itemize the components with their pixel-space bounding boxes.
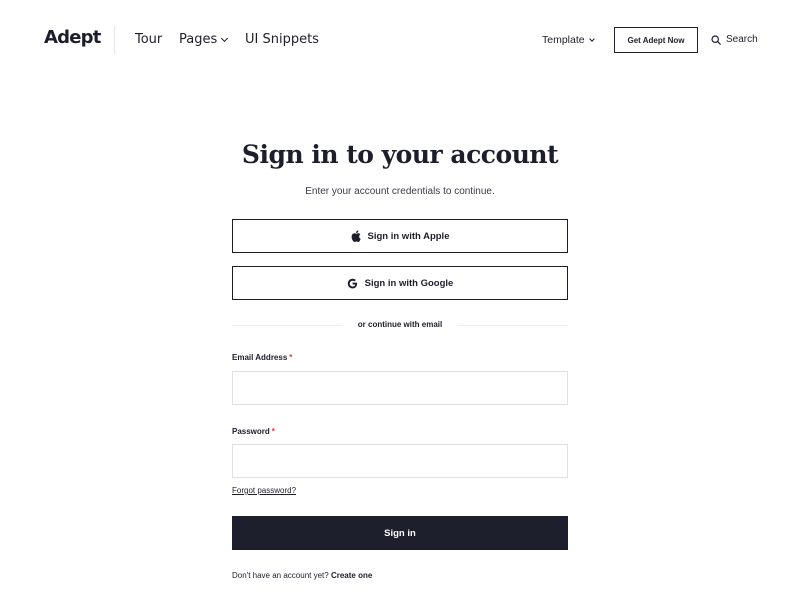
apple-button-label: Sign in with Apple bbox=[367, 230, 450, 242]
page-title: Sign in to your account bbox=[241, 140, 559, 169]
email-label-text: Email Address bbox=[232, 353, 288, 362]
nav-ui-snippets-label: UI Snippets bbox=[245, 32, 319, 47]
header-divider bbox=[114, 26, 115, 54]
create-account-link[interactable]: Create one bbox=[331, 571, 372, 580]
search-icon bbox=[711, 34, 721, 45]
search-label: Search bbox=[726, 34, 758, 45]
nav-tour-label: Tour bbox=[135, 32, 163, 47]
google-icon bbox=[347, 278, 358, 289]
get-adept-now-label: Get Adept Now bbox=[627, 35, 685, 45]
signup-prompt: Don't have an account yet? Create one bbox=[232, 571, 372, 580]
chevron-down-icon bbox=[588, 35, 595, 42]
signup-prompt-text: Don't have an account yet? bbox=[232, 571, 329, 580]
sign-in-with-apple-button[interactable]: Sign in with Apple bbox=[232, 219, 568, 253]
password-label-text: Password bbox=[232, 427, 270, 436]
nav-tour[interactable]: Tour bbox=[135, 32, 162, 47]
chevron-down-icon bbox=[221, 34, 229, 42]
email-field[interactable] bbox=[232, 371, 568, 405]
divider-text: or continue with email bbox=[357, 320, 443, 329]
page-subtitle: Enter your account credentials to contin… bbox=[305, 186, 495, 197]
google-button-label: Sign in with Google bbox=[364, 277, 454, 289]
nav-pages[interactable]: Pages bbox=[179, 32, 229, 47]
sign-in-button-label: Sign in bbox=[384, 527, 416, 539]
sign-in-with-google-button[interactable]: Sign in with Google bbox=[232, 266, 568, 300]
get-adept-now-button[interactable]: Get Adept Now bbox=[614, 27, 698, 53]
sign-in-button[interactable]: Sign in bbox=[232, 516, 568, 550]
search-button[interactable]: Search bbox=[711, 34, 758, 45]
nav-ui-snippets[interactable]: UI Snippets bbox=[245, 32, 319, 47]
email-label: Email Address * bbox=[232, 353, 292, 362]
nav-template-label: Template bbox=[542, 34, 585, 46]
site-header: Adept Tour Pages UI Snippets Template Ge… bbox=[0, 0, 800, 80]
nav-template[interactable]: Template bbox=[542, 34, 595, 46]
required-mark: * bbox=[271, 427, 275, 436]
divider-right bbox=[458, 325, 568, 326]
apple-icon bbox=[351, 230, 361, 242]
password-label: Password * bbox=[232, 427, 275, 436]
forgot-password-link[interactable]: Forgot password? bbox=[232, 486, 296, 495]
logo[interactable]: Adept bbox=[44, 27, 101, 48]
required-mark: * bbox=[289, 353, 293, 362]
nav-pages-label: Pages bbox=[179, 32, 218, 47]
password-field[interactable] bbox=[232, 444, 568, 478]
